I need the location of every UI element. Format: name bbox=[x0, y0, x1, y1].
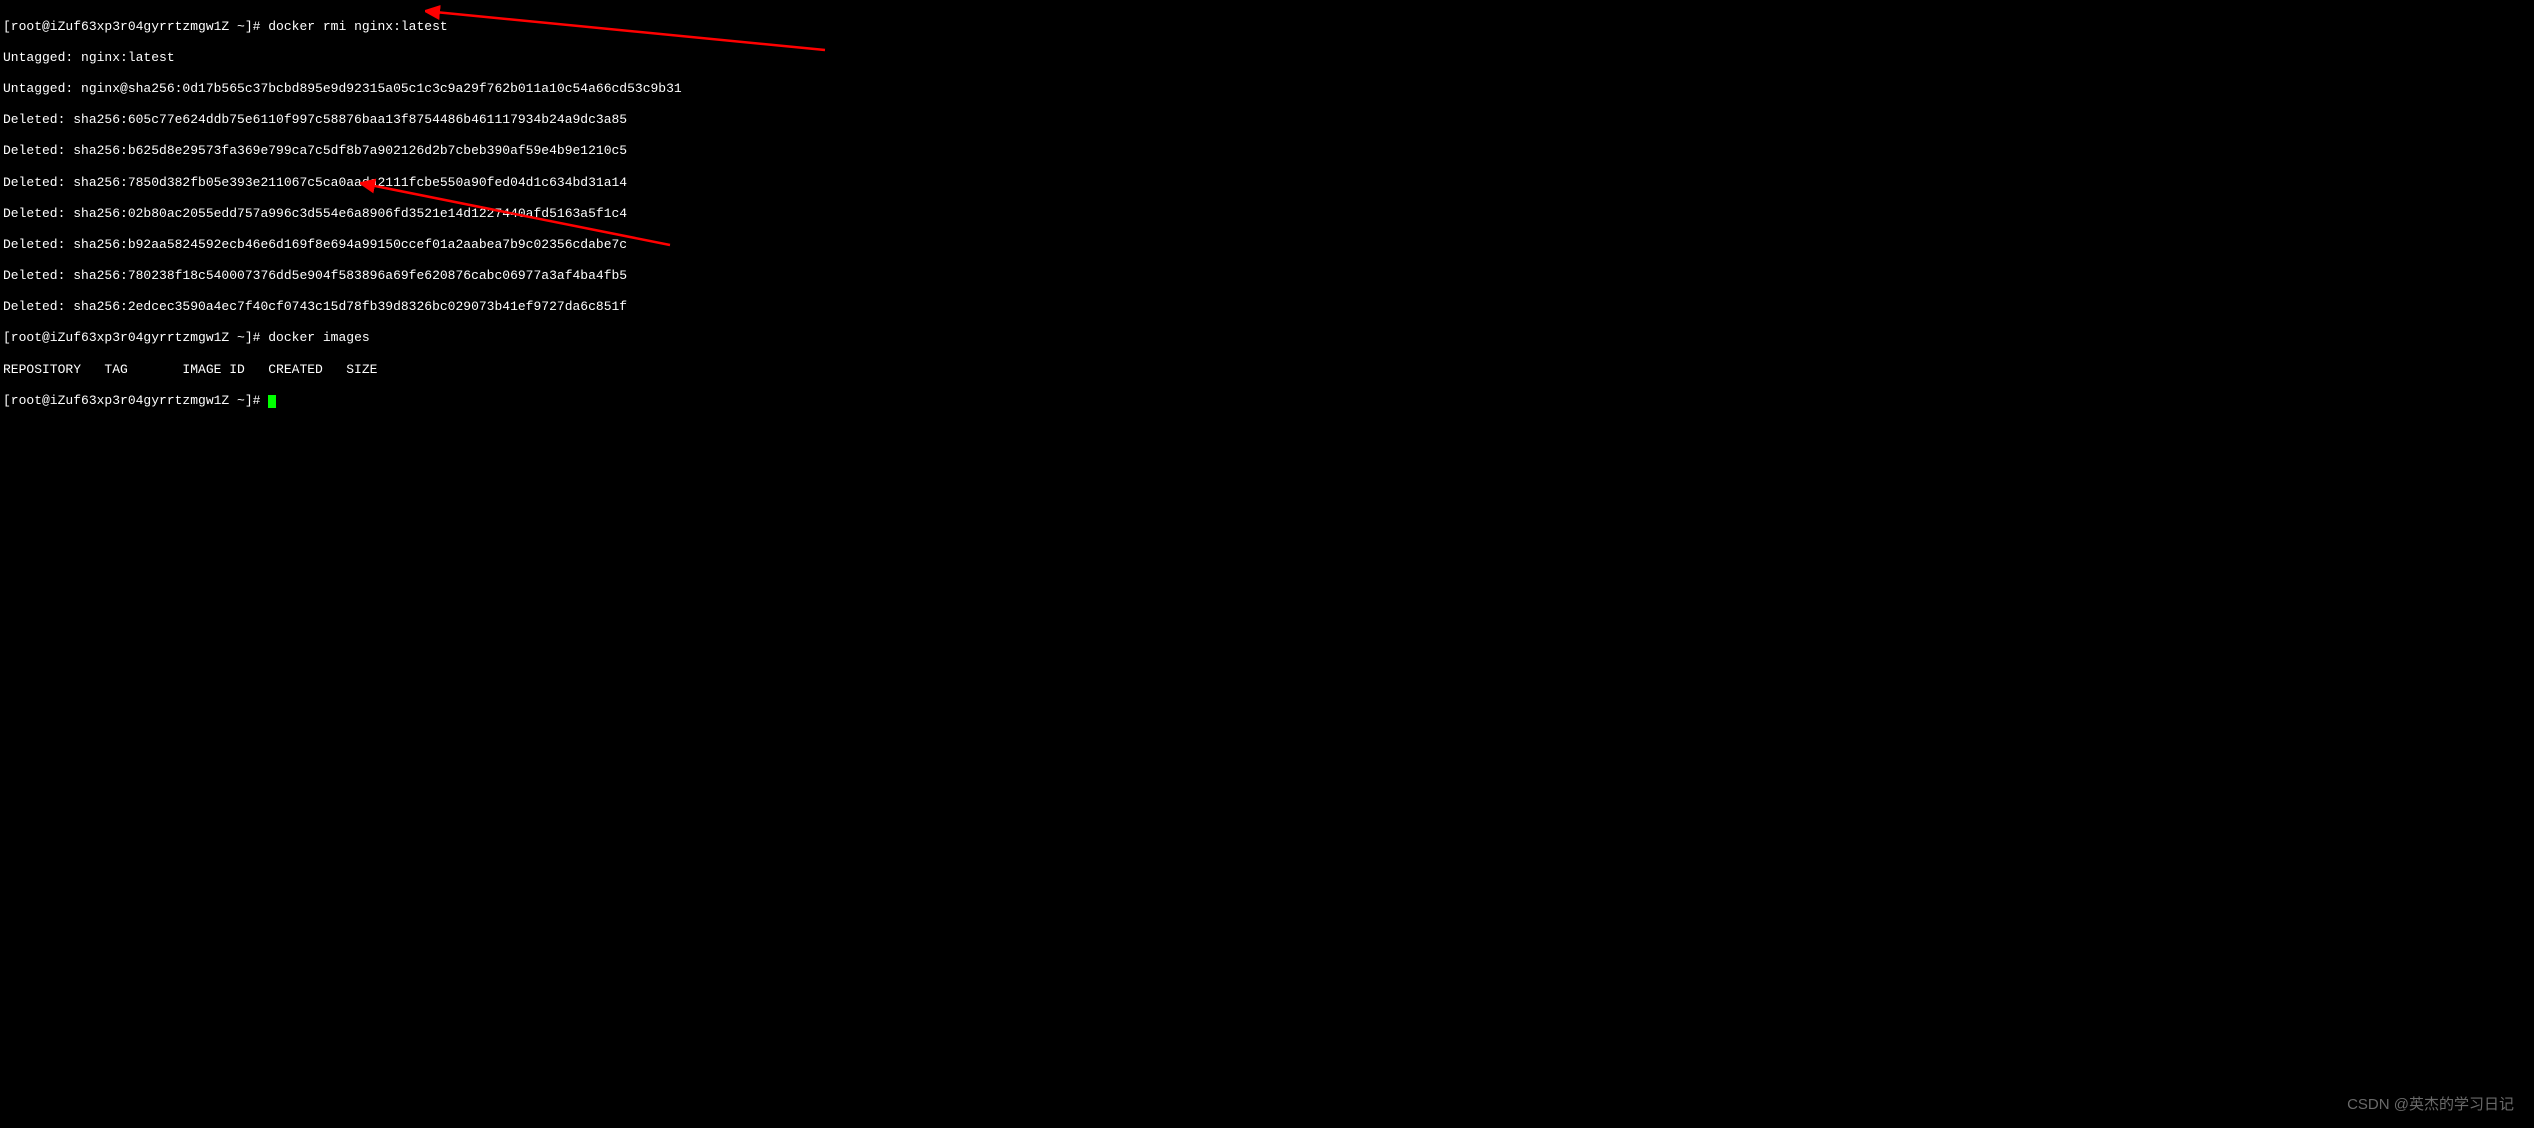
shell-prompt: [root@iZuf63xp3r04gyrrtzmgw1Z ~]# bbox=[3, 330, 268, 345]
output-line: Deleted: sha256:605c77e624ddb75e6110f997… bbox=[3, 112, 2531, 128]
output-line: Untagged: nginx@sha256:0d17b565c37bcbd89… bbox=[3, 81, 2531, 97]
output-line: Deleted: sha256:780238f18c540007376dd5e9… bbox=[3, 268, 2531, 284]
shell-prompt: [root@iZuf63xp3r04gyrrtzmgw1Z ~]# bbox=[3, 393, 268, 408]
prompt-line-2: [root@iZuf63xp3r04gyrrtzmgw1Z ~]# docker… bbox=[3, 330, 2531, 346]
command-text: docker images bbox=[268, 330, 369, 345]
shell-prompt: [root@iZuf63xp3r04gyrrtzmgw1Z ~]# bbox=[3, 19, 268, 34]
output-line: Deleted: sha256:7850d382fb05e393e211067c… bbox=[3, 175, 2531, 191]
output-line: Deleted: sha256:b92aa5824592ecb46e6d169f… bbox=[3, 237, 2531, 253]
terminal-output[interactable]: [root@iZuf63xp3r04gyrrtzmgw1Z ~]# docker… bbox=[3, 3, 2531, 424]
output-line: Deleted: sha256:b625d8e29573fa369e799ca7… bbox=[3, 143, 2531, 159]
watermark-text: CSDN @英杰的学习日记 bbox=[2347, 1096, 2514, 1114]
output-line: Deleted: sha256:02b80ac2055edd757a996c3d… bbox=[3, 206, 2531, 222]
table-header: REPOSITORY TAG IMAGE ID CREATED SIZE bbox=[3, 362, 2531, 378]
output-line: Deleted: sha256:2edcec3590a4ec7f40cf0743… bbox=[3, 299, 2531, 315]
output-line: Untagged: nginx:latest bbox=[3, 50, 2531, 66]
command-text: docker rmi nginx:latest bbox=[268, 19, 447, 34]
prompt-line-1: [root@iZuf63xp3r04gyrrtzmgw1Z ~]# docker… bbox=[3, 19, 2531, 35]
cursor-icon bbox=[268, 395, 276, 408]
prompt-line-3: [root@iZuf63xp3r04gyrrtzmgw1Z ~]# bbox=[3, 393, 2531, 409]
